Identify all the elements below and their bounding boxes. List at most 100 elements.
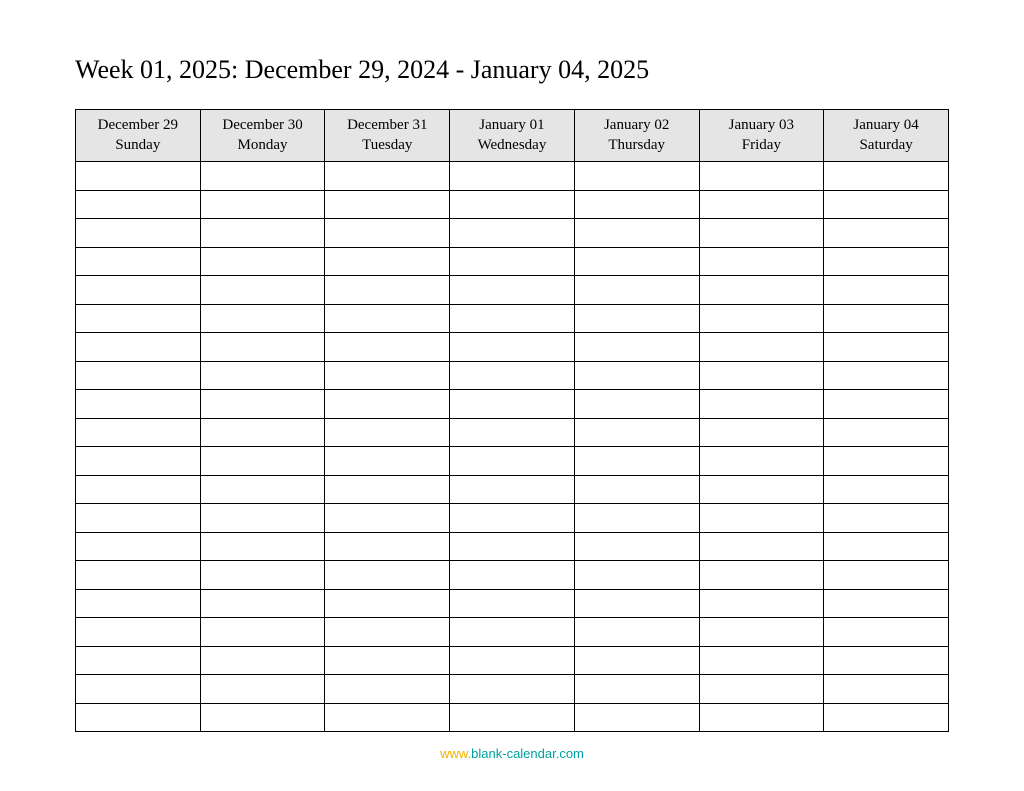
calendar-cell [200, 190, 325, 219]
calendar-cell [76, 618, 201, 647]
calendar-cell [200, 561, 325, 590]
calendar-cell [325, 475, 450, 504]
calendar-cell [699, 418, 824, 447]
calendar-cell [325, 276, 450, 305]
day-header-wednesday: January 01 Wednesday [450, 110, 575, 162]
calendar-cell [76, 675, 201, 704]
calendar-cell [325, 361, 450, 390]
calendar-cell [824, 276, 949, 305]
calendar-cell [450, 675, 575, 704]
calendar-cell [200, 361, 325, 390]
calendar-cell [574, 190, 699, 219]
calendar-cell [325, 589, 450, 618]
calendar-cell [574, 703, 699, 732]
calendar-cell [699, 247, 824, 276]
calendar-cell [574, 304, 699, 333]
calendar-cell [574, 390, 699, 419]
calendar-cell [450, 646, 575, 675]
calendar-cell [574, 561, 699, 590]
calendar-cell [824, 219, 949, 248]
calendar-cell [824, 504, 949, 533]
calendar-cell [325, 333, 450, 362]
calendar-cell [699, 675, 824, 704]
footer-domain: blank-calendar.com [471, 746, 584, 761]
calendar-cell [450, 190, 575, 219]
calendar-cell [200, 504, 325, 533]
calendar-cell [200, 646, 325, 675]
table-row [76, 276, 949, 305]
day-header-weekday: Tuesday [329, 136, 445, 156]
calendar-cell [450, 162, 575, 191]
calendar-cell [325, 447, 450, 476]
calendar-cell [824, 703, 949, 732]
calendar-cell [200, 276, 325, 305]
calendar-cell [450, 589, 575, 618]
calendar-cell [200, 247, 325, 276]
calendar-cell [824, 361, 949, 390]
calendar-cell [450, 390, 575, 419]
calendar-cell [824, 475, 949, 504]
table-row [76, 646, 949, 675]
calendar-cell [76, 504, 201, 533]
table-row [76, 618, 949, 647]
day-header-weekday: Sunday [80, 136, 196, 156]
table-row [76, 390, 949, 419]
calendar-cell [76, 646, 201, 675]
calendar-cell [450, 504, 575, 533]
calendar-cell [325, 675, 450, 704]
calendar-cell [325, 418, 450, 447]
calendar-cell [824, 304, 949, 333]
calendar-cell [824, 561, 949, 590]
table-row [76, 333, 949, 362]
day-header-date: January 02 [579, 116, 695, 136]
calendar-cell [200, 589, 325, 618]
calendar-cell [450, 475, 575, 504]
footer-attribution: www.blank-calendar.com [0, 746, 1024, 761]
calendar-cell [325, 646, 450, 675]
calendar-cell [76, 447, 201, 476]
footer-www: www. [440, 746, 471, 761]
calendar-cell [200, 532, 325, 561]
calendar-cell [76, 304, 201, 333]
calendar-cell [450, 361, 575, 390]
calendar-cell [574, 475, 699, 504]
calendar-cell [450, 247, 575, 276]
calendar-cell [450, 418, 575, 447]
calendar-cell [200, 675, 325, 704]
day-header-weekday: Thursday [579, 136, 695, 156]
day-header-sunday: December 29 Sunday [76, 110, 201, 162]
calendar-cell [574, 247, 699, 276]
calendar-cell [450, 304, 575, 333]
calendar-cell [200, 447, 325, 476]
calendar-cell [76, 418, 201, 447]
calendar-cell [699, 276, 824, 305]
calendar-cell [325, 532, 450, 561]
day-header-weekday: Friday [704, 136, 820, 156]
calendar-cell [574, 418, 699, 447]
calendar-cell [200, 475, 325, 504]
calendar-cell [699, 304, 824, 333]
table-row [76, 504, 949, 533]
calendar-cell [450, 276, 575, 305]
calendar-cell [325, 190, 450, 219]
table-row [76, 361, 949, 390]
table-row [76, 247, 949, 276]
calendar-cell [574, 276, 699, 305]
day-header-date: January 03 [704, 116, 820, 136]
calendar-cell [824, 589, 949, 618]
calendar-cell [699, 361, 824, 390]
calendar-cell [325, 247, 450, 276]
table-row [76, 219, 949, 248]
calendar-cell [325, 390, 450, 419]
table-row [76, 675, 949, 704]
day-header-date: December 31 [329, 116, 445, 136]
calendar-cell [76, 162, 201, 191]
calendar-body [76, 162, 949, 732]
table-row [76, 589, 949, 618]
calendar-cell [699, 618, 824, 647]
day-header-saturday: January 04 Saturday [824, 110, 949, 162]
calendar-cell [76, 190, 201, 219]
calendar-cell [824, 247, 949, 276]
calendar-cell [699, 561, 824, 590]
day-header-monday: December 30 Monday [200, 110, 325, 162]
